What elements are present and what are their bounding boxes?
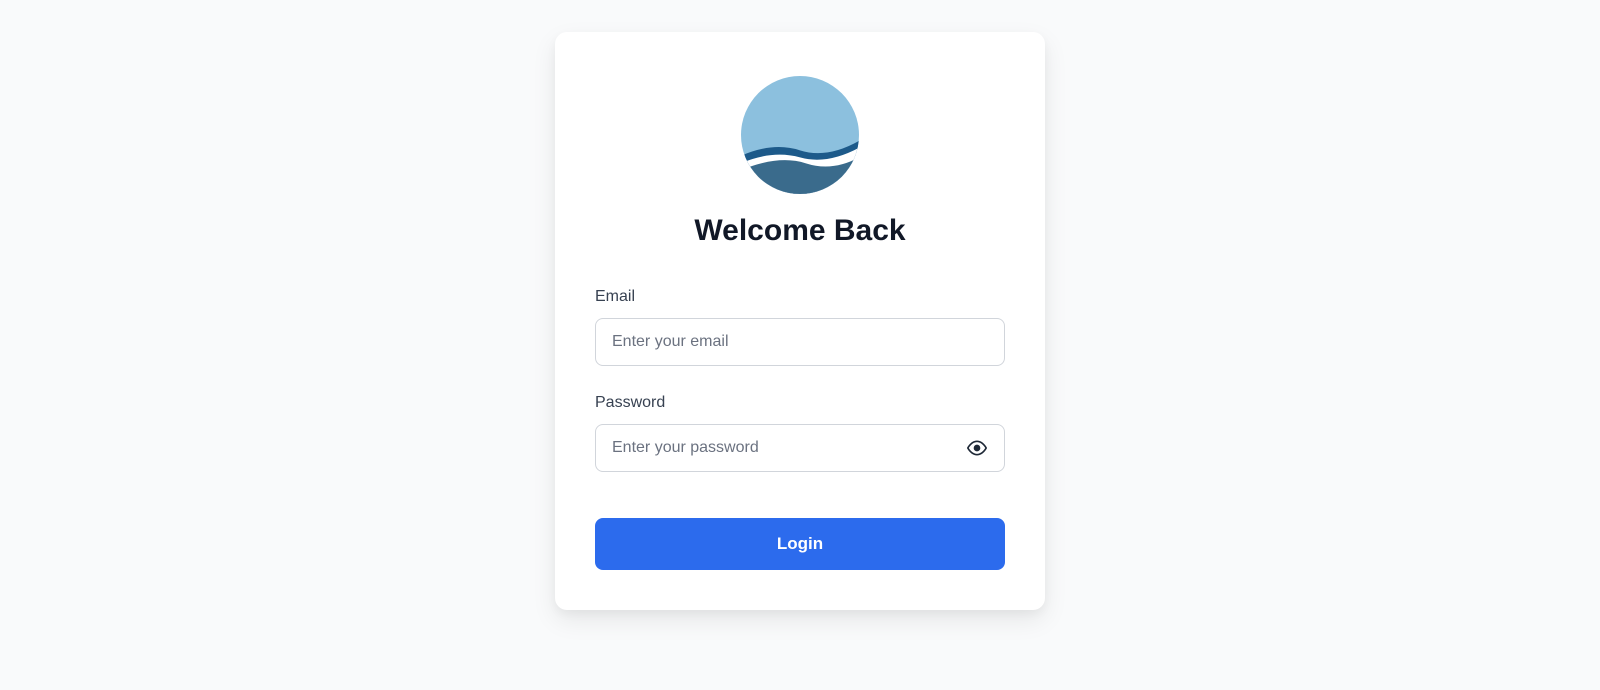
email-field[interactable] (595, 318, 1005, 366)
login-button[interactable]: Login (595, 518, 1005, 570)
email-group: Email (595, 288, 1005, 366)
logo-container (595, 76, 1005, 194)
password-field[interactable] (595, 424, 1005, 472)
password-input-wrapper (595, 424, 1005, 472)
email-input-wrapper (595, 318, 1005, 366)
password-label: Password (595, 394, 1005, 412)
eye-icon (967, 438, 987, 458)
login-card: Welcome Back Email Password Login (555, 32, 1045, 610)
toggle-password-visibility-button[interactable] (963, 434, 991, 462)
page-title: Welcome Back (595, 214, 1005, 248)
email-label: Email (595, 288, 1005, 306)
password-group: Password (595, 394, 1005, 472)
wave-logo-icon (741, 76, 859, 194)
